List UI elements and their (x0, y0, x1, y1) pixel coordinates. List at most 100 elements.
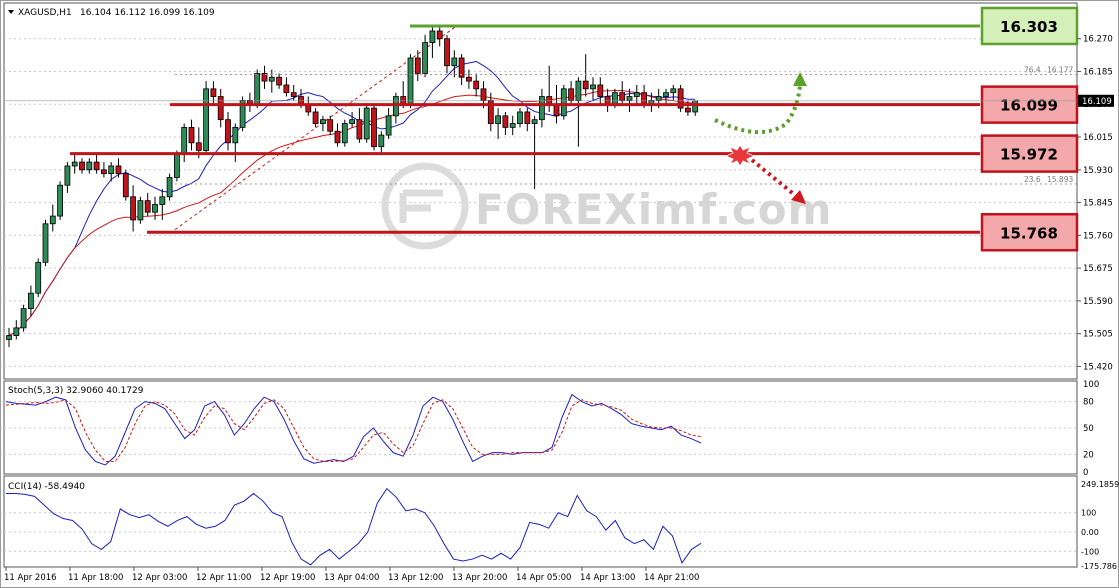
bearish-candle (371, 107, 377, 148)
bullish-candle (254, 73, 261, 105)
bullish-candle (392, 96, 399, 117)
bullish-candle (152, 204, 158, 213)
bullish-candle (531, 119, 538, 124)
bearish-candle (276, 76, 283, 86)
bullish-candle (268, 76, 275, 82)
bullish-candle (655, 96, 662, 101)
bearish-candle (568, 88, 574, 101)
fib-ratio-label: 76.4 (1024, 66, 1041, 75)
cci-tick-label: 100 (1081, 509, 1096, 518)
bullish-candle (13, 327, 20, 336)
stoch-tick-label: 100 (1083, 380, 1099, 390)
bearish-candle (79, 161, 85, 171)
bearish-candle (502, 115, 509, 128)
bullish-candle (27, 292, 34, 309)
bullish-candle (633, 92, 640, 97)
time-tick-label: 14 Apr 21:00 (644, 573, 699, 583)
time-tick-label: 12 Apr 03:00 (132, 573, 187, 583)
time-tick-label: 14 Apr 05:00 (516, 573, 571, 583)
bearish-candle (414, 57, 421, 74)
stoch-tick-label: 0 (1083, 468, 1088, 478)
bullish-candle (429, 30, 436, 43)
bullish-candle (319, 119, 326, 124)
bearish-candle (400, 96, 407, 105)
price-tick-label: 15.420 (1083, 362, 1113, 372)
bullish-candle (363, 107, 370, 140)
fib-price-label: 15.893 (1047, 175, 1073, 184)
price-panel: FOREXimf.com 16.303 16.099 15.972 15.768 16… (3, 2, 1114, 380)
level-value-label: 15.972 (1000, 146, 1058, 164)
bullish-candle (692, 100, 699, 113)
stochastic-panel: 100 80 50 20 0 Stoch(5,3,3) 32.9060 40.1729 (3, 380, 1099, 478)
bullish-candle (6, 335, 12, 340)
bullish-candle (173, 153, 180, 178)
time-tick-label: 12 Apr 19:00 (260, 573, 315, 583)
bullish-candle (626, 96, 633, 101)
bullish-candle (86, 161, 93, 171)
bullish-candle (64, 165, 71, 186)
price-tick-label: 15.505 (1083, 330, 1113, 340)
bearish-candle (546, 96, 553, 105)
bearish-candle (217, 96, 224, 121)
fib-ratio-label: 23.6 (1024, 175, 1041, 184)
bullish-candle (108, 165, 115, 175)
bearish-candle (225, 119, 231, 144)
price-tick-label: 15.675 (1083, 264, 1113, 274)
stoch-tick-label: 80 (1083, 398, 1094, 408)
bearish-candle (619, 92, 626, 101)
cci-tick-label: -100 (1081, 547, 1099, 556)
bullish-candle (670, 88, 677, 94)
bearish-candle (604, 96, 611, 105)
bullish-candle (57, 184, 63, 217)
bullish-candle (517, 111, 523, 124)
watermark-text: FOREXimf.com (475, 185, 832, 234)
level-value-label: 16.303 (1000, 18, 1058, 36)
bearish-candle (473, 80, 480, 90)
bearish-candle (327, 119, 334, 132)
bearish-candle (122, 173, 129, 198)
level-value-label: 15.768 (1000, 224, 1058, 242)
cci-tick-label: 0.00 (1081, 528, 1099, 537)
cci-tick-label: 249.1859 (1081, 480, 1119, 489)
price-tick-label: 15.845 (1083, 199, 1113, 209)
bearish-candle (298, 96, 304, 105)
bullish-candle (575, 80, 582, 101)
bullish-candle (71, 161, 78, 167)
bullish-candle (166, 177, 173, 198)
stoch-tick-label: 50 (1083, 424, 1094, 434)
time-tick-label: 13 Apr 20:00 (452, 573, 507, 583)
bearish-candle (582, 80, 589, 90)
time-tick-label: 13 Apr 04:00 (324, 573, 379, 583)
bullish-candle (407, 57, 414, 105)
cci-tick-label: -175.786 (1081, 562, 1117, 571)
bullish-candle (35, 261, 42, 294)
ohlc-values: 16.104 16.112 16.099 16.109 (80, 8, 215, 18)
bullish-candle (341, 123, 348, 144)
bullish-candle (20, 308, 27, 329)
time-tick-label: 11 Apr 2016 (4, 573, 57, 583)
bullish-candle (495, 115, 502, 124)
bullish-candle (42, 223, 49, 263)
bearish-candle (356, 119, 363, 140)
fib-price-label: 16.177 (1047, 66, 1073, 75)
time-tick-label: 12 Apr 11:00 (196, 573, 251, 583)
current-price-label: 16.109 (1082, 97, 1112, 107)
bearish-candle (115, 165, 122, 175)
bullish-candle (612, 92, 618, 105)
price-tick-label: 16.185 (1083, 67, 1113, 77)
price-tick-label: 15.590 (1083, 297, 1113, 307)
stoch-title: Stoch(5,3,3) 32.9060 40.1729 (8, 386, 144, 396)
bearish-candle (524, 111, 531, 124)
bullish-candle (539, 96, 545, 121)
bearish-candle (283, 84, 290, 94)
bullish-candle (422, 42, 429, 74)
bearish-candle (465, 76, 472, 82)
bullish-candle (203, 88, 210, 151)
bullish-candle (137, 200, 144, 221)
chart-canvas: FOREXimf.com 16.303 16.099 15.972 15.768 16… (0, 0, 1119, 588)
bearish-candle (685, 107, 691, 113)
bearish-candle (444, 38, 450, 67)
bearish-candle (480, 88, 487, 101)
bearish-candle (334, 130, 341, 144)
bullish-candle (378, 134, 385, 148)
